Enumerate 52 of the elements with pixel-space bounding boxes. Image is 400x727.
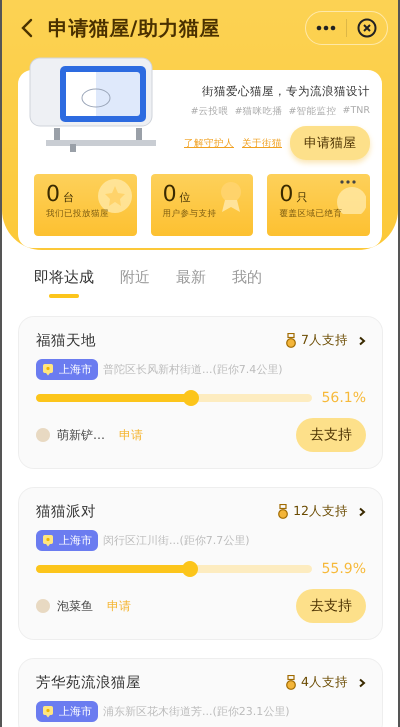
user-name: 萌新铲… — [57, 426, 105, 444]
back-icon[interactable] — [20, 18, 34, 38]
stat-number: 0 — [46, 184, 60, 206]
apply-label: 申请 — [119, 426, 143, 444]
support-button[interactable]: 去支持 — [296, 589, 366, 623]
city-name: 上海市 — [59, 362, 92, 377]
supporter-count[interactable]: 4人支持 — [301, 674, 348, 691]
location-pin-icon — [42, 534, 54, 547]
stat-label: 用户参与支持 — [162, 208, 218, 220]
progress-percent: 55.9% — [322, 561, 366, 577]
apply-button[interactable]: 申请猫屋 — [290, 126, 370, 160]
supporter-count[interactable]: 12人支持 — [293, 503, 348, 520]
avatar — [36, 428, 50, 442]
chevron-right-icon[interactable] — [358, 506, 366, 516]
house-name: 芳华苑流浪猫屋 — [36, 674, 141, 692]
hashtag: #智能监控 — [288, 105, 337, 118]
stat-number: 0 — [162, 184, 177, 206]
chevron-right-icon[interactable] — [358, 678, 366, 688]
page-title: 申请猫屋/助力猫屋 — [48, 14, 221, 42]
apply-label: 申请 — [107, 598, 131, 614]
close-icon[interactable] — [357, 18, 377, 38]
avatar — [36, 599, 50, 613]
address-text: 浦东新区花木街道芳...(距你23.1公里) — [103, 704, 290, 719]
address-text: 闵行区江川街...(距你7.7公里) — [103, 533, 250, 548]
medal-icon — [277, 504, 290, 519]
address-text: 普陀区长风新村街道...(距你7.4公里) — [103, 362, 283, 377]
user-name: 泡菜鱼 — [57, 598, 93, 614]
supporter-count[interactable]: 7人支持 — [301, 332, 348, 349]
location-pin-icon — [42, 363, 54, 376]
stat-number: 0 — [279, 184, 294, 206]
support-button[interactable]: 去支持 — [296, 418, 366, 452]
tab[interactable]: 即将达成 — [34, 268, 94, 298]
stat-label: 我们已投放猫屋 — [46, 208, 110, 220]
stat-unit: 只 — [296, 190, 308, 205]
medal-icon — [285, 675, 298, 690]
more-icon[interactable] — [340, 180, 356, 184]
hashtag: #猫咪吃播 — [234, 105, 283, 118]
progress-percent: 56.1% — [322, 390, 366, 406]
house-name: 福猫天地 — [36, 332, 96, 350]
city-name: 上海市 — [59, 533, 92, 548]
medal-icon — [285, 333, 298, 348]
hashtag: #TNR — [342, 105, 370, 118]
location-pin-icon — [42, 705, 54, 718]
more-icon[interactable] — [316, 25, 336, 31]
stat-unit: 台 — [63, 190, 74, 205]
hashtag: #云投喂 — [190, 105, 229, 118]
stat-label: 覆盖区域已绝育 — [279, 208, 344, 220]
intro-text: 街猫爱心猫屋，专为流浪猫设计 — [202, 84, 370, 99]
house-name: 猫猫派对 — [36, 503, 96, 521]
stat-unit: 位 — [180, 190, 191, 205]
city-name: 上海市 — [59, 704, 92, 719]
chevron-right-icon[interactable] — [358, 336, 366, 346]
